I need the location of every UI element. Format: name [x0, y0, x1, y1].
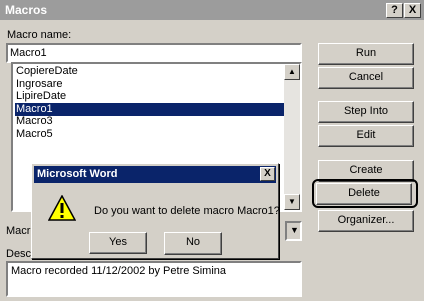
warning-icon: [48, 195, 76, 221]
macro-list-item[interactable]: Ingrosare: [15, 78, 286, 91]
macro-list-scrollbar[interactable]: ▲ ▼: [284, 64, 300, 210]
macro-list-item[interactable]: Macro3: [15, 115, 286, 128]
description-box: Macro recorded 11/12/2002 by Petre Simin…: [6, 261, 302, 297]
description-text: Macro recorded 11/12/2002 by Petre Simin…: [11, 265, 227, 277]
macro-name-input[interactable]: Macro1: [6, 43, 302, 63]
macro-list-item[interactable]: CopiereDate: [15, 65, 286, 78]
scroll-down-button[interactable]: ▼: [284, 194, 300, 210]
window-title: Macros: [5, 3, 48, 17]
macro-name-value: Macro1: [10, 47, 47, 59]
macro-list-item[interactable]: Macro1: [15, 102, 286, 116]
macros-in-dropdown[interactable]: ▼: [285, 221, 302, 241]
step-into-button[interactable]: Step Into: [318, 101, 414, 123]
cancel-button[interactable]: Cancel: [318, 67, 414, 89]
organizer-button[interactable]: Organizer...: [318, 210, 414, 232]
macro-name-label: Macro name:: [7, 29, 72, 41]
chevron-down-icon: ▼: [290, 225, 299, 235]
macro-list-item[interactable]: LipireDate: [15, 90, 286, 103]
confirm-dialog-title: Microsoft Word: [37, 168, 118, 180]
scroll-up-button[interactable]: ▲: [284, 64, 300, 80]
no-button[interactable]: No: [164, 232, 222, 255]
confirm-dialog: Microsoft Word X Do you want to delete m…: [31, 163, 280, 259]
confirm-message: Do you want to delete macro Macro1?: [94, 205, 280, 217]
delete-button[interactable]: Delete: [316, 183, 412, 205]
confirm-close-button[interactable]: X: [260, 167, 275, 181]
close-button[interactable]: X: [404, 3, 421, 18]
help-button[interactable]: ?: [386, 3, 403, 18]
confirm-dialog-title-bar: Microsoft Word X: [34, 166, 276, 183]
yes-button[interactable]: Yes: [89, 232, 147, 254]
macros-title-bar: Macros ? X: [0, 0, 424, 20]
edit-button[interactable]: Edit: [318, 125, 414, 147]
run-button[interactable]: Run: [318, 43, 414, 65]
macro-list-item[interactable]: Macro5: [15, 128, 286, 141]
